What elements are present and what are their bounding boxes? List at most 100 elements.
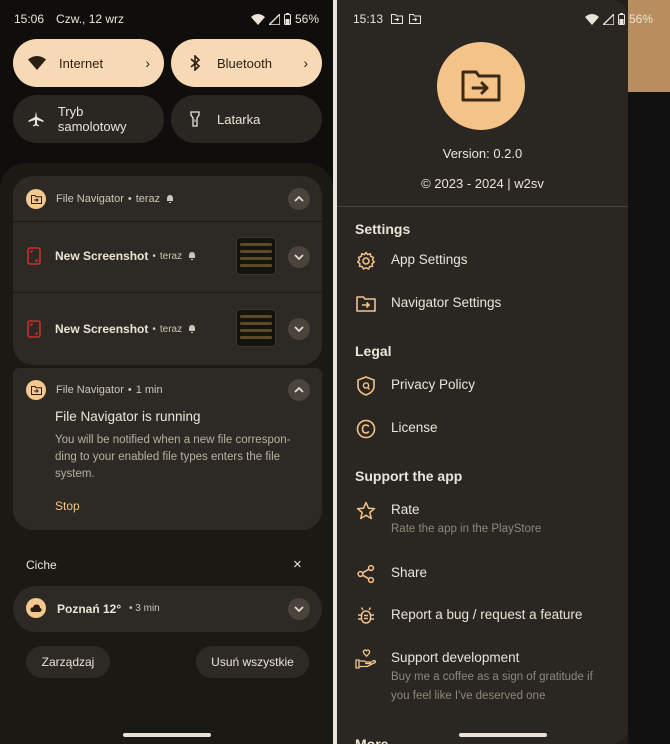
home-indicator[interactable] <box>123 733 211 737</box>
tile-label: Tryb samolotowy <box>57 104 127 134</box>
clock: 15:13 <box>353 12 384 26</box>
wifi-icon <box>27 53 47 73</box>
item-label: Share <box>391 565 428 580</box>
internet-tile[interactable]: Internet › <box>13 39 164 87</box>
airplane-mode-tile[interactable]: Tryb samolotowy <box>13 95 164 143</box>
flashlight-tile[interactable]: Latarka <box>171 95 322 143</box>
item-label: License <box>391 420 438 435</box>
share-icon <box>355 563 377 585</box>
notification-header: File Navigator • 1 min <box>26 380 163 400</box>
section-legal: Legal <box>355 343 392 359</box>
rate-item[interactable]: Rate Rate the app in the PlayStore <box>355 500 625 539</box>
file-navigator-logo-icon <box>437 42 525 130</box>
notification-title: New Screenshot <box>55 249 149 263</box>
bluetooth-icon <box>185 53 205 73</box>
item-label: Navigator Settings <box>391 295 502 310</box>
chevron-right-icon: › <box>145 55 150 71</box>
notification-body: You will be notified when a new file cor… <box>55 434 291 480</box>
group-header: File Navigator • teraz <box>26 189 175 209</box>
report-bug-item[interactable]: Report a bug / request a feature <box>355 605 625 627</box>
item-description: Buy me a coffee as a sign of gratitude i… <box>391 671 593 702</box>
chevron-up-icon <box>294 387 304 393</box>
item-description: Rate the app in the PlayStore <box>391 523 542 535</box>
screenshot-thumbnail[interactable] <box>236 237 276 275</box>
hand-heart-icon <box>355 648 377 670</box>
collapse-button[interactable] <box>288 379 310 401</box>
item-label: Support development <box>391 650 520 665</box>
navigator-settings-item[interactable]: Navigator Settings <box>355 293 625 315</box>
item-label: App Settings <box>391 252 468 267</box>
notification-shade: 15:06 Czw., 12 wrz 56% Internet › Blueto… <box>0 0 333 744</box>
shield-icon <box>355 375 377 397</box>
chevron-up-icon <box>294 196 304 202</box>
license-item[interactable]: License <box>355 418 625 440</box>
notification-time: teraz <box>159 250 183 262</box>
file-navigator-app-icon <box>26 380 46 400</box>
screenshot-thumbnail[interactable] <box>236 309 276 347</box>
notification-app-name: File Navigator <box>56 384 124 396</box>
folder-arrow-icon <box>355 293 377 315</box>
weather-notification[interactable]: Poznań 12° • 3 min <box>13 586 322 632</box>
battery-level: 56% <box>629 12 654 26</box>
file-navigator-group[interactable]: File Navigator • teraz New Screenshot • … <box>13 176 322 365</box>
notification-title: New Screenshot <box>55 322 149 336</box>
star-icon <box>355 500 377 522</box>
clock: 15:06 <box>14 12 45 26</box>
expand-button[interactable] <box>288 246 310 268</box>
chevron-down-icon <box>294 254 304 260</box>
item-label: Report a bug / request a feature <box>391 607 583 622</box>
section-settings: Settings <box>355 221 411 237</box>
wifi-status-icon <box>585 13 599 25</box>
weather-time: 3 min <box>135 603 160 614</box>
status-indicators: 56% <box>585 12 653 26</box>
battery-icon <box>283 13 291 25</box>
chevron-down-icon <box>294 606 304 612</box>
copyright-label: © 2023 - 2024 | w2sv <box>421 176 544 191</box>
privacy-policy-item[interactable]: Privacy Policy <box>355 375 625 397</box>
flashlight-icon <box>185 109 205 129</box>
bluetooth-tile[interactable]: Bluetooth › <box>171 39 322 87</box>
stop-button[interactable]: Stop <box>55 499 80 513</box>
alert-bell-icon <box>167 195 174 203</box>
gear-icon <box>355 250 377 272</box>
manage-button[interactable]: Zarządzaj <box>26 646 110 678</box>
weather-title: Poznań 12° <box>57 602 122 616</box>
file-navigator-app-icon <box>26 189 46 209</box>
chevron-down-icon <box>294 326 304 332</box>
notification-title: File Navigator is running <box>55 409 201 424</box>
version-label: Version: 0.2.0 <box>442 146 523 161</box>
date: Czw., 12 wrz <box>56 12 125 26</box>
notification-time: teraz <box>159 323 183 335</box>
chevron-right-icon: › <box>303 55 308 71</box>
support-development-item[interactable]: Support development Buy me a coffee as a… <box>355 648 625 706</box>
file-navigator-status-icon <box>409 14 422 24</box>
share-item[interactable]: Share <box>355 563 625 585</box>
silent-header: Ciche <box>26 558 57 572</box>
clear-all-button[interactable]: Usuń wszystkie <box>196 646 309 678</box>
app-settings-item[interactable]: App Settings <box>355 250 625 272</box>
expand-button[interactable] <box>288 598 310 620</box>
navigation-drawer: 15:13 Version: 0.2.0 © 2023 - 2024 | w2s… <box>337 0 628 744</box>
alert-bell-icon <box>189 325 196 333</box>
section-support: Support the app <box>355 468 463 484</box>
background-content-dark <box>628 92 670 744</box>
battery-level: 56% <box>294 12 319 26</box>
running-notification[interactable]: File Navigator • 1 min File Navigator is… <box>13 368 322 530</box>
alert-bell-icon <box>189 252 196 260</box>
copyright-icon <box>355 418 377 440</box>
airplane-icon <box>27 109 46 129</box>
tile-label: Latarka <box>217 111 261 127</box>
screenshot-icon <box>27 247 41 265</box>
notification-time: 1 min <box>135 384 163 396</box>
collapse-button[interactable] <box>288 188 310 210</box>
cloud-icon <box>26 598 46 618</box>
file-navigator-status-icon <box>391 14 404 24</box>
group-time: teraz <box>135 193 161 205</box>
wifi-status-icon <box>250 13 265 25</box>
battery-icon <box>618 13 625 25</box>
weather-time-prefix: • 3 min <box>129 603 160 614</box>
close-icon[interactable]: × <box>293 556 302 573</box>
section-more: More <box>355 736 389 744</box>
expand-button[interactable] <box>288 318 310 340</box>
home-indicator[interactable] <box>459 733 547 737</box>
